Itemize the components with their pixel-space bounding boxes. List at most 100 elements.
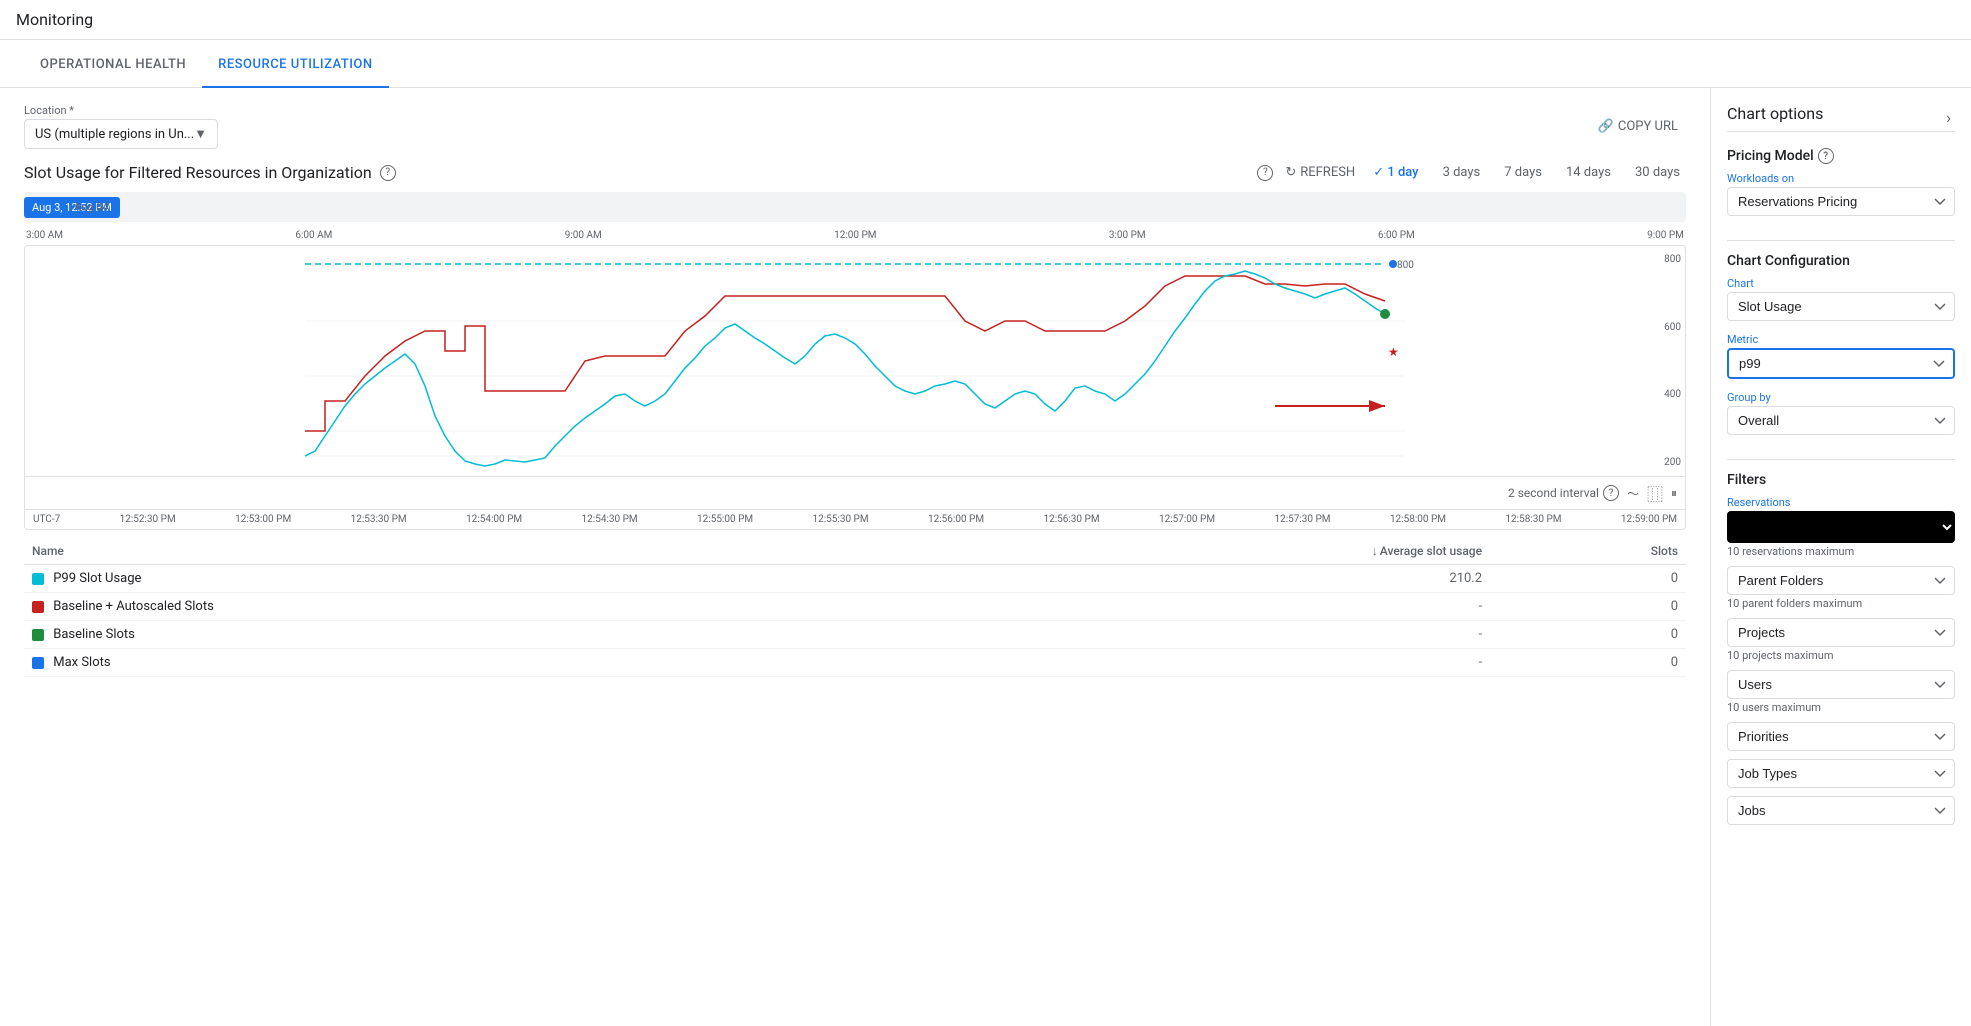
- refresh-icon: ↻: [1285, 165, 1296, 180]
- x-t3: 12:53:30 PM: [351, 514, 407, 525]
- x-t5: 12:54:30 PM: [582, 514, 638, 525]
- x-t12: 12:58:00 PM: [1390, 514, 1446, 525]
- legend-slots-cell-3: 0: [1490, 649, 1686, 677]
- jobs-select[interactable]: Jobs: [1727, 796, 1955, 825]
- x-t14: 12:59:00 PM: [1621, 514, 1677, 525]
- y-label-600: 600: [1664, 322, 1681, 333]
- close-panel-button[interactable]: ›: [1946, 108, 1951, 127]
- y-label-200: 200: [1664, 457, 1681, 468]
- chart-select[interactable]: Slot Usage: [1727, 292, 1955, 321]
- reservations-hint: 10 reservations maximum: [1727, 545, 1955, 558]
- group-by-select[interactable]: Overall: [1727, 406, 1955, 435]
- time-controls: ? ↻ REFRESH ✓ 1 day 3 days 7 days 14 day…: [1257, 161, 1686, 184]
- users-hint: 10 users maximum: [1727, 701, 1955, 714]
- legend-slots-cell-0: 0: [1490, 565, 1686, 593]
- time-btn-3days[interactable]: 3 days: [1437, 161, 1487, 184]
- location-select[interactable]: US (multiple regions in Un... ▼: [24, 119, 218, 149]
- tl-6am: 6:00 AM: [295, 230, 332, 241]
- avg-sort-icon[interactable]: ↓ Average slot usage: [1372, 544, 1482, 558]
- x-t10: 12:57:00 PM: [1159, 514, 1215, 525]
- chart-config-section-title: Chart Configuration: [1727, 253, 1955, 269]
- users-select[interactable]: Users: [1727, 670, 1955, 699]
- job-types-select[interactable]: Job Types: [1727, 759, 1955, 788]
- chart-title-row: Slot Usage for Filtered Resources in Org…: [24, 161, 1686, 184]
- chart-title-help-icon[interactable]: ?: [380, 165, 396, 181]
- legend-row-2: Baseline Slots - 0: [24, 621, 1686, 649]
- right-panel: Chart options › Pricing Model ? Workload…: [1711, 88, 1971, 1026]
- time-help-icon[interactable]: ?: [1257, 165, 1273, 181]
- svg-text:★: ★: [1388, 345, 1399, 359]
- chart-toolbar: 2 second interval ? 〜 ⿲ ⏸: [25, 476, 1685, 509]
- svg-text:800: 800: [1397, 260, 1414, 271]
- parent-folders-select[interactable]: Parent Folders: [1727, 566, 1955, 595]
- bar-chart-icon[interactable]: ⿲: [1647, 481, 1663, 505]
- location-wrapper: Location * US (multiple regions in Un...…: [24, 104, 218, 149]
- chart-panel: Location * US (multiple regions in Un...…: [0, 88, 1711, 1026]
- workloads-on-label: Workloads on: [1727, 172, 1955, 185]
- legend-avg-cell-3: -: [919, 649, 1490, 677]
- jobs-filter: Jobs: [1727, 796, 1955, 825]
- location-label: Location *: [24, 104, 218, 117]
- time-btn-1day[interactable]: ✓ 1 day: [1367, 161, 1424, 184]
- chart-y-labels: 800 600 400 200: [1664, 254, 1681, 468]
- legend-slots-cell-1: 0: [1490, 593, 1686, 621]
- time-btn-7days[interactable]: 7 days: [1498, 161, 1548, 184]
- col-avg-header[interactable]: ↓ Average slot usage: [919, 538, 1490, 565]
- copy-icon: 🔗: [1598, 119, 1614, 134]
- tl-12pm: 12:00 PM: [834, 230, 876, 241]
- tl-3pm: 3:00 PM: [1109, 230, 1146, 241]
- y-label-800: 800: [1664, 254, 1681, 265]
- tab-operational[interactable]: OPERATIONAL HEALTH: [24, 43, 202, 88]
- chart-field-label: Chart: [1727, 277, 1955, 290]
- legend-name-cell-0: P99 Slot Usage: [24, 565, 919, 593]
- legend-slots-cell-2: 0: [1490, 621, 1686, 649]
- pricing-model-label: Pricing Model: [1727, 148, 1814, 164]
- reservations-select[interactable]: [1727, 511, 1955, 543]
- reservations-value-box[interactable]: [1727, 511, 1955, 543]
- tl-6pm: 6:00 PM: [1378, 230, 1415, 241]
- parent-folders-filter: Parent Folders 10 parent folders maximum: [1727, 566, 1955, 610]
- line-chart-icon[interactable]: 〜: [1627, 485, 1639, 502]
- x-t4: 12:54:00 PM: [466, 514, 522, 525]
- timeline-bar[interactable]: Aug 3, 12:52 PM Aug 04: [24, 192, 1686, 222]
- time-btn-30days[interactable]: 30 days: [1629, 161, 1686, 184]
- x-t13: 12:58:30 PM: [1505, 514, 1561, 525]
- legend-name-cell-3: Max Slots: [24, 649, 919, 677]
- pricing-model-select[interactable]: Reservations Pricing: [1727, 187, 1955, 216]
- copy-url-button[interactable]: 🔗 COPY URL: [1590, 113, 1686, 140]
- projects-filter: Projects 10 projects maximum: [1727, 618, 1955, 662]
- tl-9am: 9:00 AM: [565, 230, 602, 241]
- reservations-label: Reservations: [1727, 496, 1955, 509]
- metric-select[interactable]: p99: [1727, 348, 1955, 379]
- pricing-model-help-icon[interactable]: ?: [1818, 148, 1834, 164]
- copy-url-label: COPY URL: [1618, 119, 1678, 134]
- location-chevron-icon: ▼: [194, 126, 207, 142]
- chart-svg: 800 ★: [25, 246, 1685, 476]
- legend-row-0: P99 Slot Usage 210.2 0: [24, 565, 1686, 593]
- col-slots-header: Slots: [1490, 538, 1686, 565]
- chart-title-text: Slot Usage for Filtered Resources in Org…: [24, 163, 372, 182]
- right-panel-title: Chart options: [1727, 104, 1955, 132]
- chart-xaxis: UTC-7 12:52:30 PM 12:53:00 PM 12:53:30 P…: [25, 509, 1685, 529]
- projects-select[interactable]: Projects: [1727, 618, 1955, 647]
- legend-avg-cell-2: -: [919, 621, 1490, 649]
- pricing-model-section-title: Pricing Model ?: [1727, 148, 1955, 164]
- x-t8: 12:56:00 PM: [928, 514, 984, 525]
- legend-name-text-1: Baseline + Autoscaled Slots: [53, 599, 214, 614]
- time-btn-14days[interactable]: 14 days: [1560, 161, 1617, 184]
- pause-icon[interactable]: ⏸: [1671, 486, 1677, 501]
- x-utc: UTC-7: [33, 514, 60, 525]
- priorities-select[interactable]: Priorities: [1727, 722, 1955, 751]
- x-t1: 12:52:30 PM: [120, 514, 176, 525]
- timeline-section: Aug 3, 12:52 PM Aug 04 3:00 AM 6:00 AM 9…: [24, 192, 1686, 241]
- y-label-400: 400: [1664, 389, 1681, 400]
- location-bar: Location * US (multiple regions in Un...…: [24, 104, 1686, 149]
- interval-label: 2 second interval ?: [1508, 485, 1619, 501]
- interval-help-icon[interactable]: ?: [1603, 485, 1619, 501]
- tab-resource-utilization[interactable]: RESOURCE UTILIZATION: [202, 43, 388, 88]
- chart-container[interactable]: 800 ★ 800 600 400 200: [24, 245, 1686, 530]
- priorities-filter: Priorities: [1727, 722, 1955, 751]
- refresh-button[interactable]: ↻ REFRESH: [1285, 165, 1355, 180]
- interval-text: 2 second interval: [1508, 486, 1599, 500]
- x-t2: 12:53:00 PM: [235, 514, 291, 525]
